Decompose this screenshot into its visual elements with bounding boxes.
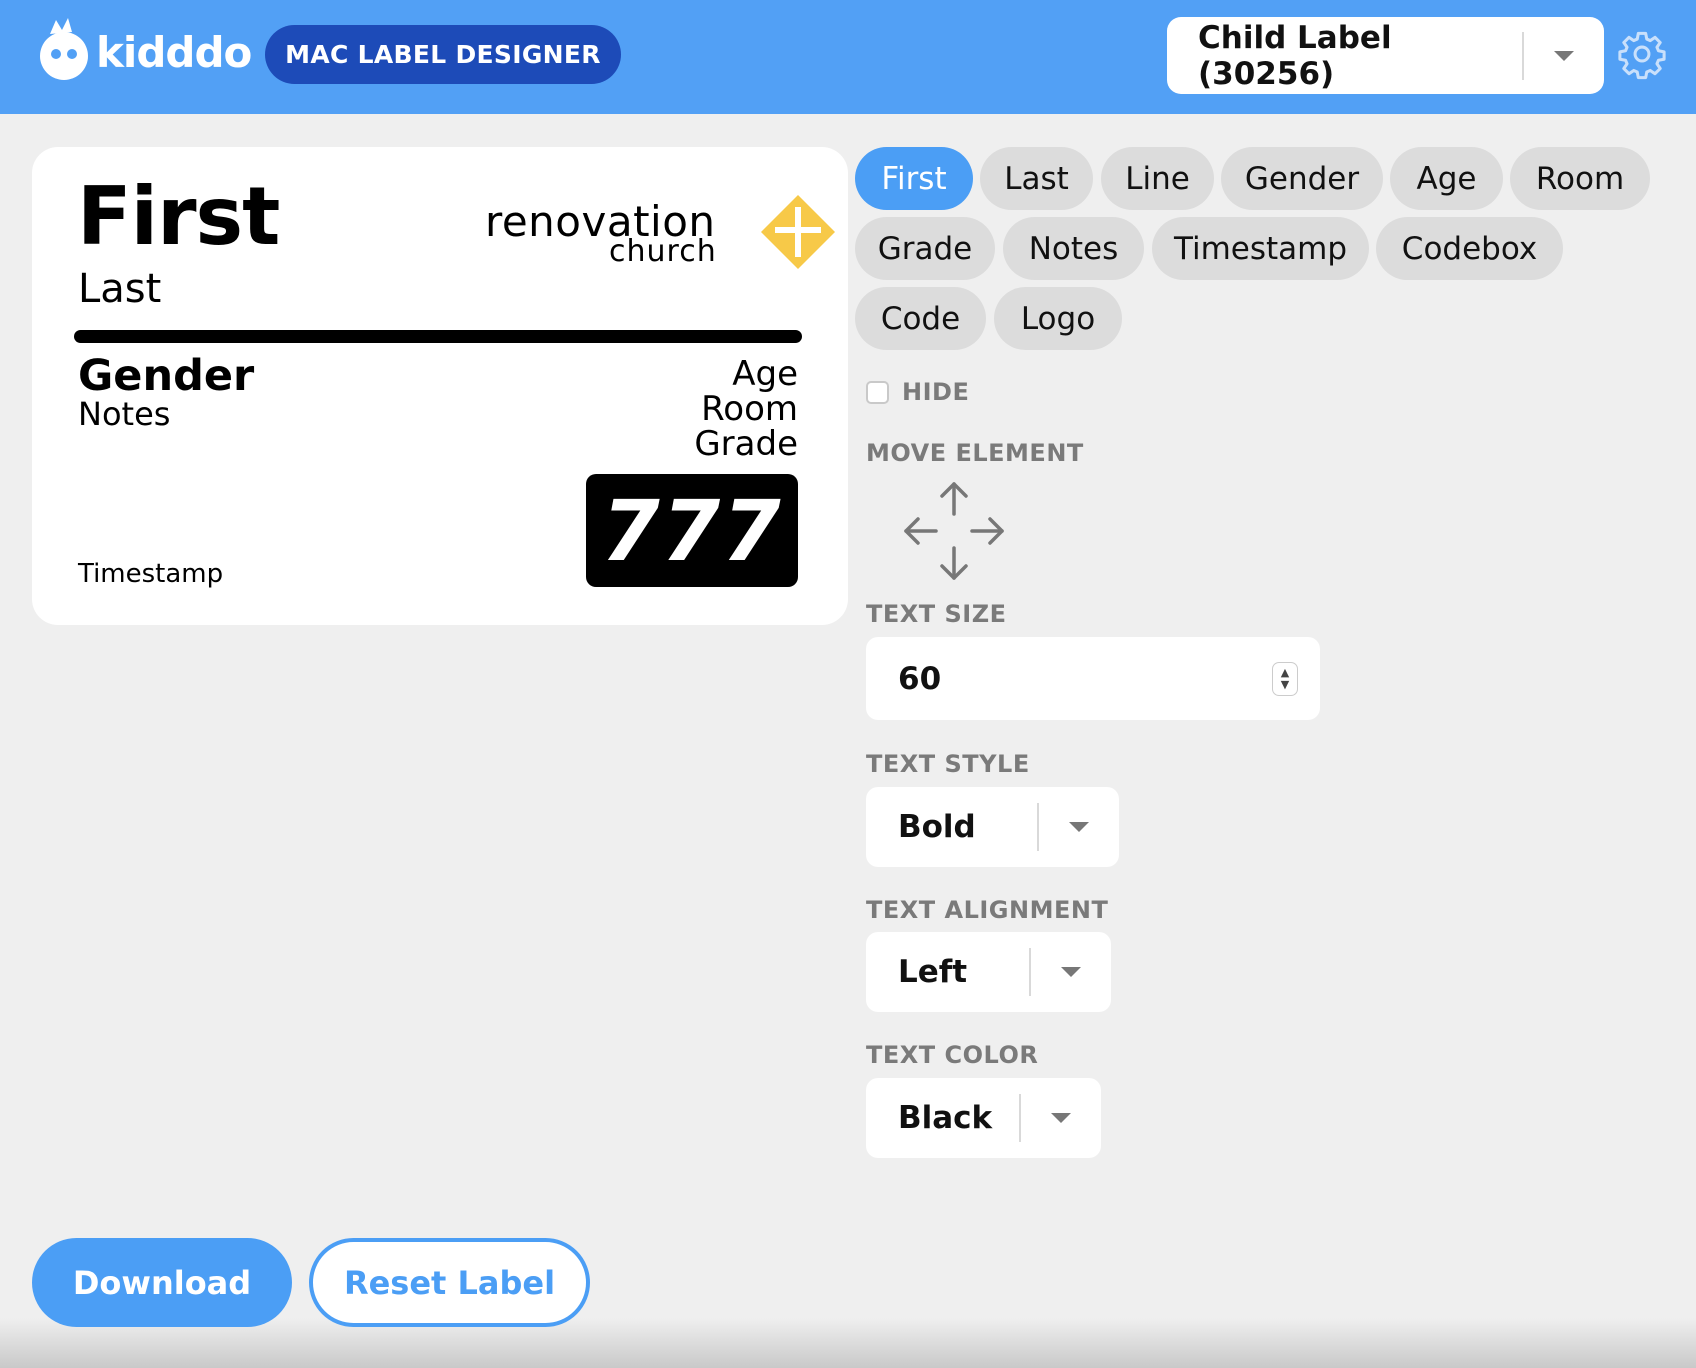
chip-last[interactable]: Last xyxy=(980,147,1093,210)
chip-first[interactable]: First xyxy=(855,147,973,210)
hide-checkbox[interactable] xyxy=(866,380,889,404)
chip-notes[interactable]: Notes xyxy=(1003,217,1144,280)
move-up-arrow[interactable] xyxy=(940,482,968,516)
label-gender[interactable]: Gender xyxy=(78,355,254,398)
hide-toggle[interactable]: HIDE xyxy=(866,378,969,406)
label-age[interactable]: Age xyxy=(732,357,798,391)
kidddo-logo[interactable]: kidddo xyxy=(36,18,252,82)
app-title-badge: MAC LABEL DESIGNER xyxy=(265,25,621,84)
download-button[interactable]: Download xyxy=(32,1238,292,1327)
text-style-select[interactable]: Bold xyxy=(866,787,1119,867)
move-down-arrow[interactable] xyxy=(940,546,968,580)
text-size-label: TEXT SIZE xyxy=(866,600,1007,628)
label-type-value: Child Label (30256) xyxy=(1198,19,1392,92)
text-color-label: TEXT COLOR xyxy=(866,1041,1039,1069)
brand-name: kidddo xyxy=(96,27,252,77)
move-right-arrow[interactable] xyxy=(970,517,1004,545)
hide-label: HIDE xyxy=(902,378,970,406)
move-left-arrow[interactable] xyxy=(904,517,938,545)
chip-age[interactable]: Age xyxy=(1390,147,1503,210)
chip-logo[interactable]: Logo xyxy=(994,287,1122,350)
text-style-label: TEXT STYLE xyxy=(866,750,1030,778)
move-arrows-icon[interactable] xyxy=(902,480,1006,582)
top-bar: kidddo MAC LABEL DESIGNER Child Label (3… xyxy=(0,0,1696,114)
text-alignment-select[interactable]: Left xyxy=(866,932,1111,1012)
text-size-value: 60 xyxy=(898,660,942,697)
kidddo-mascot-icon xyxy=(40,18,88,80)
chip-line[interactable]: Line xyxy=(1101,147,1214,210)
chip-gender[interactable]: Gender xyxy=(1221,147,1383,210)
label-timestamp[interactable]: Timestamp xyxy=(78,559,223,589)
chevron-down-icon xyxy=(1039,787,1119,867)
chevron-down-icon xyxy=(1031,932,1111,1012)
label-room[interactable]: Room xyxy=(701,392,798,426)
label-preview: First Last renovation church Gender Note… xyxy=(32,147,848,625)
text-size-input[interactable]: 60 ▲ ▼ xyxy=(866,637,1320,720)
church-cross-icon xyxy=(761,195,835,269)
church-logo[interactable]: renovation church xyxy=(485,195,835,281)
text-alignment-value: Left xyxy=(898,954,968,990)
label-last-name[interactable]: Last xyxy=(78,269,161,309)
text-color-select[interactable]: Black xyxy=(866,1078,1101,1158)
label-grade[interactable]: Grade xyxy=(694,427,798,461)
label-notes[interactable]: Notes xyxy=(78,398,170,430)
label-divider-line[interactable] xyxy=(74,330,802,343)
text-style-value: Bold xyxy=(898,809,976,845)
reset-label-button[interactable]: Reset Label xyxy=(309,1238,590,1327)
label-code: 777 xyxy=(601,481,783,580)
text-alignment-label: TEXT ALIGNMENT xyxy=(866,896,1109,924)
chevron-down-icon xyxy=(1021,1078,1101,1158)
label-type-select[interactable]: Child Label (30256) xyxy=(1167,17,1604,94)
chip-codebox[interactable]: Codebox xyxy=(1376,217,1563,280)
label-codebox[interactable]: 777 xyxy=(586,474,798,587)
chip-grade[interactable]: Grade xyxy=(855,217,995,280)
gear-icon[interactable] xyxy=(1616,28,1668,80)
chip-code[interactable]: Code xyxy=(855,287,986,350)
chip-timestamp[interactable]: Timestamp xyxy=(1152,217,1369,280)
move-element-label: MOVE ELEMENT xyxy=(866,439,1084,467)
text-size-stepper[interactable]: ▲ ▼ xyxy=(1272,661,1298,696)
chevron-down-icon xyxy=(1524,50,1604,61)
church-logo-line2: church xyxy=(609,234,717,269)
text-color-value: Black xyxy=(898,1100,993,1136)
label-first-name[interactable]: First xyxy=(77,177,280,257)
chip-room[interactable]: Room xyxy=(1510,147,1650,210)
